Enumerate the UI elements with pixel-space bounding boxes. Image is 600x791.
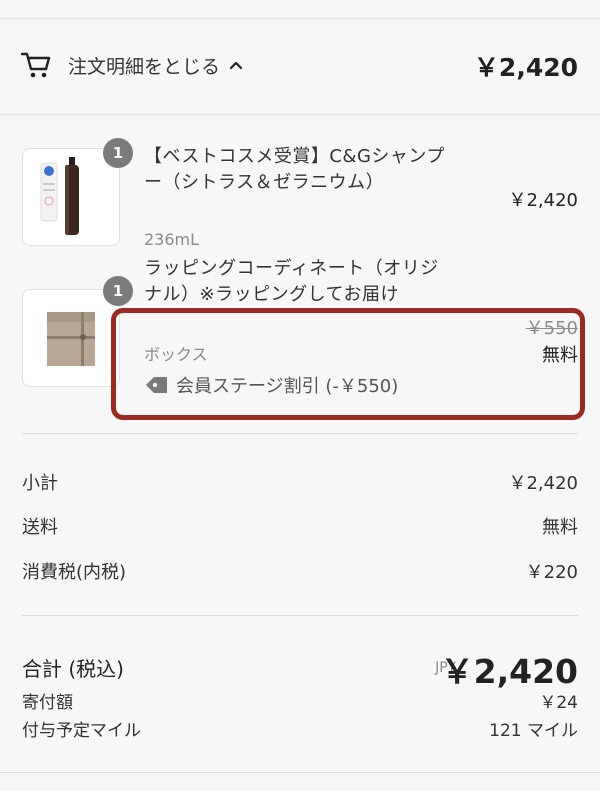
order-summary-toggle[interactable]: 注文明細をとじる (20, 40, 244, 90)
subtotal-row: 小計 ￥2,420 (22, 469, 578, 495)
quantity-badge: 1 (103, 276, 133, 306)
grand-total: ￥2,420 (440, 652, 578, 691)
cart-icon (20, 52, 51, 78)
shipping-value: 無料 (542, 517, 578, 538)
shipping-row: 送料 無料 (22, 513, 578, 539)
subtotal-label: 小計 (22, 473, 58, 494)
wrapping-thumbnail (22, 289, 120, 387)
donation-value: ￥24 (539, 693, 578, 713)
toggle-label: 注文明細をとじる (68, 55, 221, 78)
shampoo-product-image (40, 157, 79, 235)
miles-row: 付与予定マイル 121 マイル (22, 716, 578, 741)
tax-row: 消費税(内税) ￥220 (22, 558, 578, 584)
highlight-box (111, 308, 585, 420)
donation-row: 寄付額 ￥24 (22, 688, 578, 713)
chevron-up-icon (229, 61, 243, 70)
product-name: 【ベストコスメ受賞】C&Gシャンプー（シトラス＆ゼラニウム） (144, 146, 445, 193)
subtotal-value: ￥2,420 (508, 473, 578, 494)
quantity-badge: 1 (103, 138, 133, 168)
top-divider (0, 18, 600, 19)
gift-box-image (47, 312, 95, 366)
tax-value: ￥220 (525, 562, 578, 583)
product-thumbnail (22, 148, 120, 246)
product-variant: 236mL (144, 230, 200, 249)
header-divider (0, 114, 600, 115)
tax-label: 消費税(内税) (22, 562, 127, 583)
shipping-label: 送料 (22, 517, 58, 538)
items-divider (22, 433, 578, 434)
miles-value: 121 マイル (489, 721, 578, 741)
product-name: ラッピングコーディネート（オリジナル）※ラッピングしてお届け (144, 258, 439, 305)
header-total: ￥2,420 (473, 53, 578, 82)
miles-label: 付与予定マイル (22, 721, 141, 741)
bottom-divider (0, 772, 600, 773)
product-price: ￥2,420 (508, 190, 578, 211)
total-label: 合計 (税込) (22, 657, 124, 681)
donation-label: 寄付額 (22, 693, 73, 713)
summary-divider (22, 615, 578, 616)
